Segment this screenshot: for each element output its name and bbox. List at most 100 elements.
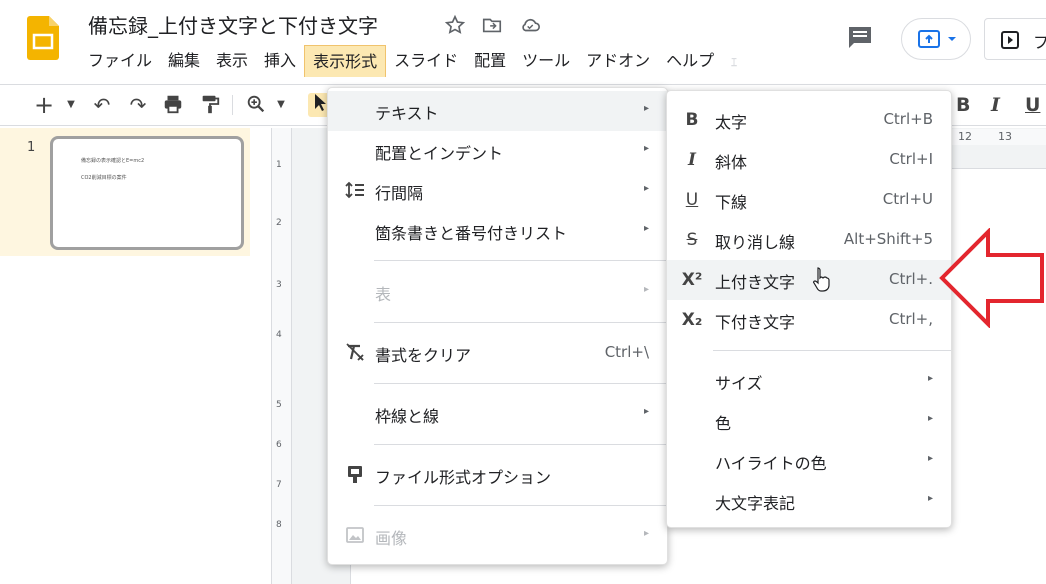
menu-item-bullets-numbering[interactable]: 箇条書きと番号付きリスト ▸ [328, 211, 667, 251]
menu-file[interactable]: ファイル [80, 45, 160, 77]
menu-item-strikethrough[interactable]: S 取り消し線 Alt+Shift+5 [667, 220, 951, 260]
subscript-icon: X₂ [681, 310, 703, 330]
menu-item-label: ハイライトの色 [715, 454, 827, 473]
italic-icon[interactable]: I [991, 94, 1000, 116]
cloud-saved-icon[interactable] [519, 14, 541, 36]
star-icon[interactable] [444, 14, 466, 36]
format-menu: テキスト ▸ 配置とインデント ▸ 行間隔 ▸ 箇条書きと番号付きリスト ▸ 表… [327, 87, 668, 565]
menu-item-align-indent[interactable]: 配置とインデント ▸ [328, 131, 667, 171]
slide-row-selected[interactable]: 1 備忘録の表示確認とE=mc2 CO2削減目標の案件 [0, 128, 250, 256]
menu-divider [374, 505, 667, 506]
menu-item-label: 書式をクリア [375, 346, 472, 365]
menu-item-italic[interactable]: I 斜体 Ctrl+I [667, 140, 951, 180]
bold-icon[interactable]: B [956, 94, 970, 116]
ruler-mark: 3 [276, 280, 282, 290]
comment-history-icon[interactable] [846, 25, 874, 49]
redo-icon[interactable]: ↷ [126, 93, 150, 117]
menu-item-label: 下線 [715, 193, 748, 212]
submenu-arrow-icon: ▸ [643, 406, 649, 417]
italic-icon: I [688, 150, 696, 170]
menu-divider [374, 383, 667, 384]
menu-item-shortcut: Ctrl+. [888, 270, 933, 288]
submenu-arrow-icon: ▸ [927, 413, 933, 424]
slideshow-button[interactable]: フ [984, 18, 1046, 60]
bold-icon: B [685, 110, 699, 130]
document-title[interactable]: 備忘録_上付き文字と下付き文字 [88, 10, 378, 39]
menu-addons[interactable]: アドオン [578, 45, 658, 77]
menu-item-label: 画像 [375, 529, 408, 548]
underline-icon[interactable]: U [1025, 94, 1040, 116]
present-to-meeting-button[interactable] [901, 18, 971, 60]
menu-item-table: 表 ▸ [328, 272, 667, 312]
menu-item-superscript[interactable]: X² 上付き文字 Ctrl+. [667, 260, 951, 300]
image-icon [344, 525, 366, 547]
menu-divider [374, 322, 667, 323]
menu-item-color[interactable]: 色 ▸ [667, 401, 951, 441]
paint-format-icon[interactable] [198, 93, 222, 117]
menu-item-label: 取り消し線 [715, 233, 796, 252]
undo-icon[interactable]: ↶ [90, 93, 114, 117]
menu-item-label: 行間隔 [375, 184, 424, 203]
slide-number: 1 [27, 140, 36, 155]
menu-tools[interactable]: ツール [514, 45, 578, 77]
menu-item-shortcut: Ctrl+, [888, 310, 933, 328]
ruler-mark: 8 [276, 520, 282, 530]
menu-slide[interactable]: スライド [386, 45, 466, 77]
menu-item-shortcut: Ctrl+U [882, 190, 933, 208]
menu-overflow[interactable]: ｪ [722, 45, 746, 77]
text-submenu: B 太字 Ctrl+B I 斜体 Ctrl+I U 下線 Ctrl+U S 取り… [666, 90, 952, 528]
menu-item-capitalization[interactable]: 大文字表記 ▸ [667, 481, 951, 521]
move-folder-icon[interactable] [481, 14, 503, 36]
menu-item-label: ファイル形式オプション [375, 468, 552, 487]
slide-thumbnail[interactable]: 備忘録の表示確認とE=mc2 CO2削減目標の案件 [50, 136, 244, 250]
zoom-chevron-down-icon[interactable]: ▼ [274, 93, 288, 117]
menu-item-text[interactable]: テキスト ▸ [328, 91, 667, 131]
menu-item-highlight-color[interactable]: ハイライトの色 ▸ [667, 441, 951, 481]
annotation-arrow-icon [938, 227, 1046, 329]
menu-item-underline[interactable]: U 下線 Ctrl+U [667, 180, 951, 220]
menu-item-shortcut: Ctrl+\ [604, 343, 649, 361]
superscript-icon: X² [681, 270, 703, 290]
menu-help[interactable]: ヘルプ [658, 45, 722, 77]
ruler-mark: 6 [276, 440, 282, 450]
menu-format[interactable]: 表示形式 [304, 45, 387, 77]
submenu-arrow-icon: ▸ [643, 143, 649, 154]
ruler-mark: 7 [276, 480, 282, 490]
menu-item-format-options[interactable]: ファイル形式オプション [328, 455, 667, 495]
menu-view[interactable]: 表示 [208, 45, 256, 77]
menu-arrange[interactable]: 配置 [466, 45, 514, 77]
menu-item-image: 画像 ▸ [328, 516, 667, 556]
ruler-mark: 2 [276, 218, 282, 228]
menu-item-clear-formatting[interactable]: 書式をクリア Ctrl+\ [328, 333, 667, 373]
slideshow-label: フ [1033, 33, 1046, 52]
menu-item-subscript[interactable]: X₂ 下付き文字 Ctrl+, [667, 300, 951, 340]
format-options-icon [344, 464, 366, 486]
submenu-arrow-icon: ▸ [927, 373, 933, 384]
menu-item-shortcut: Ctrl+I [889, 150, 933, 168]
submenu-arrow-icon: ▸ [643, 223, 649, 234]
hand-pointer-cursor-icon [812, 266, 830, 292]
zoom-icon[interactable] [244, 93, 268, 117]
menu-item-label: 色 [715, 414, 732, 433]
print-icon[interactable] [161, 93, 185, 117]
menu-item-borders-lines[interactable]: 枠線と線 ▸ [328, 394, 667, 434]
clear-format-icon [344, 342, 366, 364]
menu-item-line-spacing[interactable]: 行間隔 ▸ [328, 171, 667, 211]
menu-insert[interactable]: 挿入 [256, 45, 304, 77]
menu-divider [374, 260, 667, 261]
menu-item-label: 下付き文字 [715, 313, 796, 332]
strikethrough-icon: S [686, 230, 698, 250]
ruler-mark: 1 [276, 160, 282, 170]
ruler-mark: 13 [998, 130, 1012, 143]
menu-bar: ファイル 編集 表示 挿入 表示形式 スライド 配置 ツール アドオン ヘルプ … [80, 45, 746, 77]
underline-icon: U [685, 190, 699, 210]
menu-edit[interactable]: 編集 [160, 45, 208, 77]
new-slide-icon[interactable]: + [34, 93, 54, 117]
chevron-down-icon[interactable]: ▼ [64, 93, 78, 117]
menu-item-bold[interactable]: B 太字 Ctrl+B [667, 100, 951, 140]
slides-logo[interactable] [27, 16, 59, 60]
menu-item-size[interactable]: サイズ ▸ [667, 361, 951, 401]
menu-item-label: 配置とインデント [375, 144, 504, 163]
menu-item-label: 表 [375, 285, 392, 304]
vertical-ruler: 1 2 3 4 5 6 7 8 [272, 128, 292, 584]
